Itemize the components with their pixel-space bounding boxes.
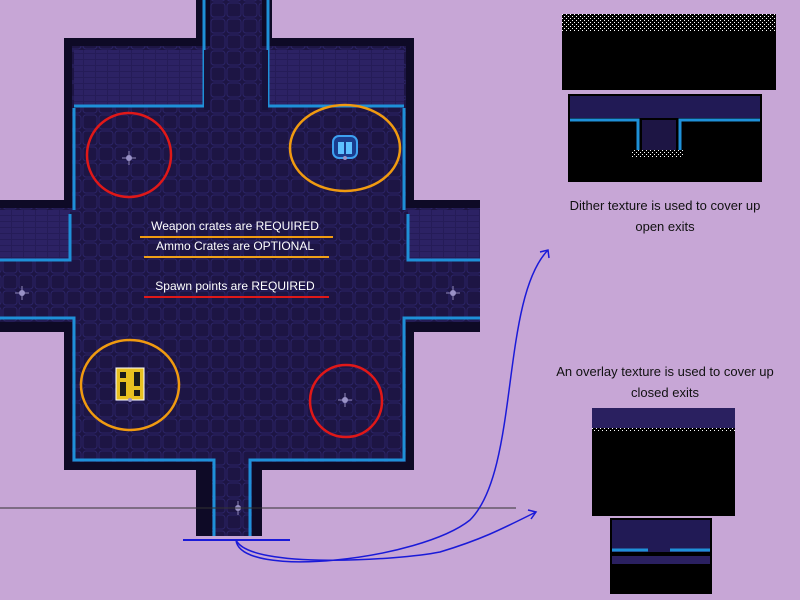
dither-note-line2: open exits — [635, 219, 695, 234]
overlay-texture-preview — [592, 408, 735, 516]
dither-note: Dither texture is used to cover up open … — [540, 195, 790, 237]
overlay-note-line1: An overlay texture is used to cover up — [556, 364, 774, 379]
corridor-pillar-left — [204, 50, 210, 110]
overlay-exit-preview — [610, 518, 712, 594]
wall-left-corridor — [0, 210, 70, 260]
ammo-crates-label: Ammo Crates are OPTIONAL — [155, 239, 315, 253]
weapon-crate-icon — [115, 367, 145, 402]
corridor-pillar-right — [262, 50, 268, 110]
dither-texture-preview — [562, 14, 776, 90]
wall-top-right — [268, 50, 404, 106]
level-layout-canvas — [0, 0, 776, 594]
dither-exit-preview — [568, 94, 762, 182]
dither-note-line1: Dither texture is used to cover up — [569, 198, 761, 213]
overlay-note-line2: closed exits — [631, 385, 699, 400]
level-map — [0, 0, 480, 536]
wall-right-corridor — [408, 210, 480, 260]
wall-top-left — [74, 50, 204, 106]
weapon-crates-label: Weapon crates are REQUIRED — [151, 219, 319, 233]
spawn-points-label: Spawn points are REQUIRED — [155, 279, 315, 293]
ammo-crate-icon — [332, 135, 358, 160]
overlay-note: An overlay texture is used to cover up c… — [530, 361, 800, 403]
